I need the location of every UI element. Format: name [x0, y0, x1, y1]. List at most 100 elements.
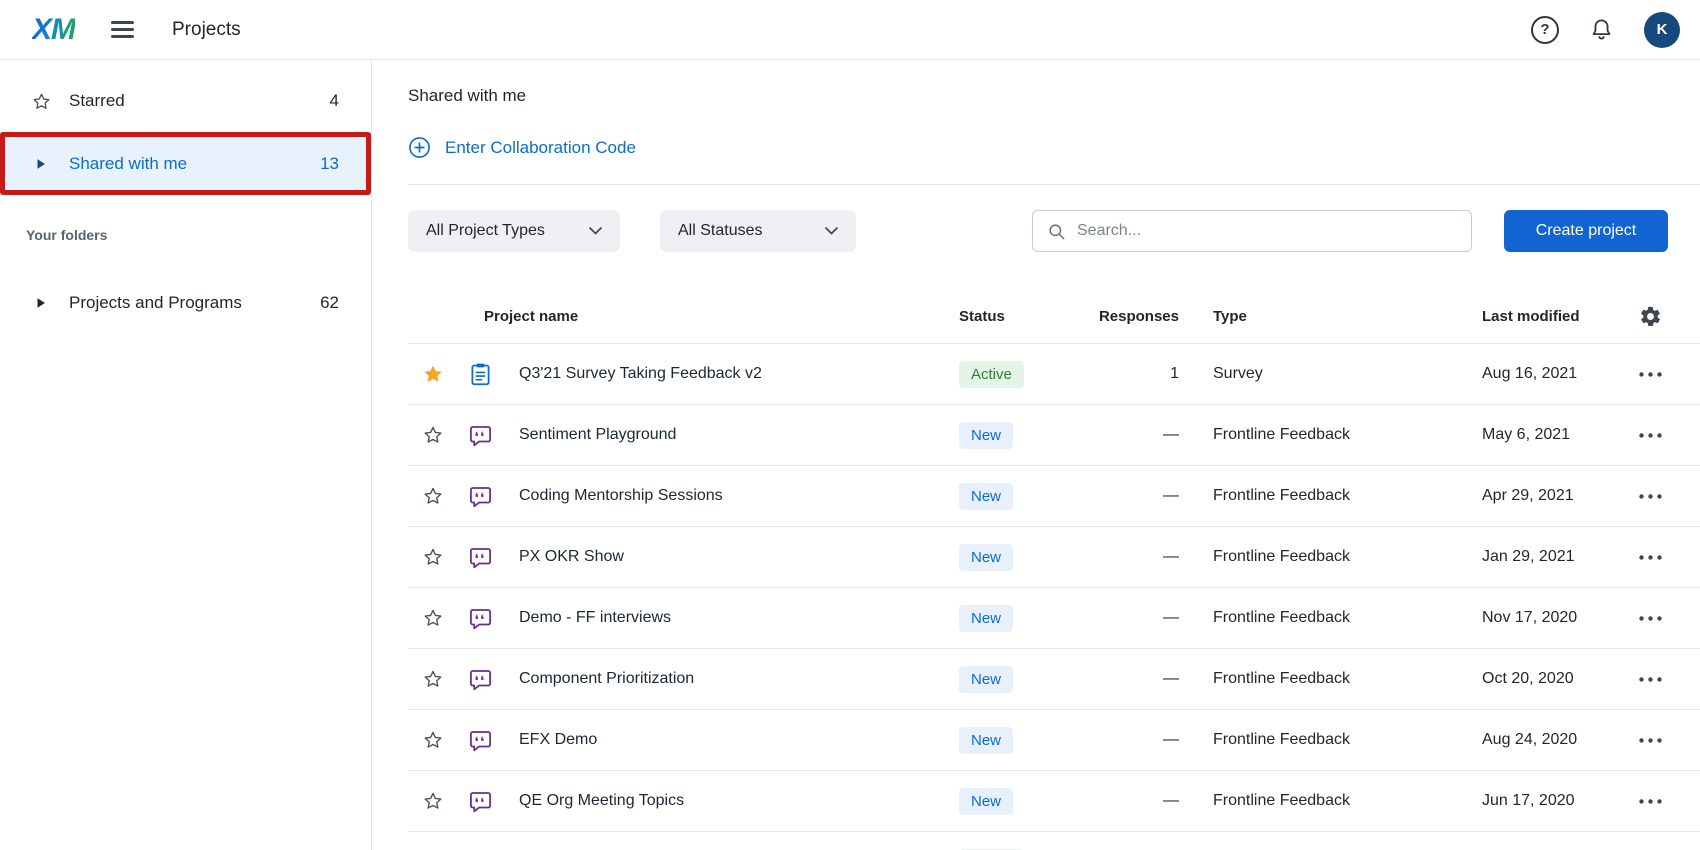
project-type-icon: [458, 606, 502, 631]
status-cell: Active: [959, 361, 1089, 388]
project-name-link[interactable]: Demo - FF interviews: [502, 609, 959, 627]
last-modified: Apr 29, 2021: [1482, 487, 1623, 505]
header-type: Type: [1179, 308, 1482, 325]
project-type: Frontline Feedback: [1179, 426, 1482, 444]
help-icon[interactable]: ?: [1531, 16, 1559, 44]
project-type-icon: [458, 545, 502, 570]
status-cell: New: [959, 422, 1089, 449]
xm-logo: XM: [32, 13, 75, 47]
project-type: Frontline Feedback: [1179, 487, 1482, 505]
row-menu-button[interactable]: [1623, 494, 1678, 499]
status-cell: New: [959, 666, 1089, 693]
sidebar-item-starred[interactable]: Starred 4: [0, 72, 371, 130]
project-type-icon: [458, 728, 502, 753]
status-badge: New: [959, 544, 1013, 571]
project-name-link[interactable]: EFX Demo: [502, 731, 959, 749]
page-title: Projects: [172, 19, 241, 41]
statuses-dropdown[interactable]: All Statuses: [660, 210, 856, 252]
caret-right-icon[interactable]: [30, 158, 52, 170]
table-row: Demo - FF interviews New — Frontline Fee…: [408, 588, 1700, 649]
sidebar-item-projects-and-programs[interactable]: Projects and Programs 62: [0, 274, 371, 332]
main-content: Shared with me Enter Collaboration Code …: [373, 60, 1700, 850]
create-project-button[interactable]: Create project: [1504, 210, 1668, 252]
status-badge: New: [959, 422, 1013, 449]
status-cell: New: [959, 788, 1089, 815]
filters-bar: All Project Types All Statuses Create pr…: [408, 210, 1668, 252]
project-type: Frontline Feedback: [1179, 792, 1482, 810]
project-type: Survey: [1179, 365, 1482, 383]
project-types-dropdown[interactable]: All Project Types: [408, 210, 620, 252]
sidebar-item-count: 13: [320, 154, 339, 174]
responses-count: —: [1089, 792, 1179, 810]
responses-count: —: [1089, 609, 1179, 627]
row-menu-button[interactable]: [1623, 433, 1678, 438]
star-toggle[interactable]: [408, 424, 458, 446]
project-name-link[interactable]: Sentiment Playground: [502, 426, 959, 444]
status-cell: New: [959, 544, 1089, 571]
header-last-modified: Last modified: [1482, 308, 1623, 325]
header-project-name: Project name: [458, 308, 959, 325]
dropdown-value: All Project Types: [426, 222, 545, 240]
table-row: Active: [408, 832, 1700, 850]
star-toggle[interactable]: [408, 607, 458, 629]
row-menu-button[interactable]: [1623, 677, 1678, 682]
star-toggle[interactable]: [408, 668, 458, 690]
last-modified: Aug 16, 2021: [1482, 365, 1623, 383]
star-toggle[interactable]: [408, 790, 458, 812]
star-toggle[interactable]: [408, 729, 458, 751]
star-toggle[interactable]: [408, 363, 458, 385]
status-badge: New: [959, 605, 1013, 632]
star-icon: [30, 91, 52, 112]
responses-count: —: [1089, 548, 1179, 566]
sidebar-item-count: 62: [320, 293, 339, 313]
sidebar-item-shared-with-me[interactable]: Shared with me 13: [0, 132, 371, 195]
header-responses: Responses: [1089, 308, 1179, 325]
sidebar-item-label: Starred: [69, 91, 125, 111]
project-name-link[interactable]: QE Org Meeting Topics: [502, 792, 959, 810]
status-badge: New: [959, 788, 1013, 815]
responses-count: —: [1089, 487, 1179, 505]
search-icon: [1047, 222, 1066, 241]
project-name-link[interactable]: PX OKR Show: [502, 548, 959, 566]
table-row: Sentiment Playground New — Frontline Fee…: [408, 405, 1700, 466]
project-type-icon: [458, 362, 502, 387]
responses-count: —: [1089, 426, 1179, 444]
enter-collaboration-code-link[interactable]: Enter Collaboration Code: [408, 136, 636, 159]
project-type: Frontline Feedback: [1179, 609, 1482, 627]
last-modified: Nov 17, 2020: [1482, 609, 1623, 627]
row-menu-button[interactable]: [1623, 372, 1678, 377]
row-menu-button[interactable]: [1623, 799, 1678, 804]
table-settings-gear-icon[interactable]: [1623, 305, 1678, 328]
caret-right-icon[interactable]: [30, 297, 52, 309]
project-name-link[interactable]: Coding Mentorship Sessions: [502, 487, 959, 505]
status-badge: New: [959, 727, 1013, 754]
project-type-icon: [458, 423, 502, 448]
row-menu-button[interactable]: [1623, 616, 1678, 621]
table-row: Component Prioritization New — Frontline…: [408, 649, 1700, 710]
chevron-down-icon: [825, 222, 838, 240]
star-toggle[interactable]: [408, 546, 458, 568]
row-menu-button[interactable]: [1623, 738, 1678, 743]
hamburger-menu-icon[interactable]: [111, 21, 134, 38]
sidebar-item-count: 4: [330, 91, 339, 111]
sidebar: Starred 4 Shared with me 13 Your folders…: [0, 60, 372, 850]
project-type-icon: [458, 789, 502, 814]
project-name-link[interactable]: Component Prioritization: [502, 670, 959, 688]
status-badge: Active: [959, 361, 1024, 388]
star-toggle[interactable]: [408, 485, 458, 507]
notifications-bell-icon[interactable]: [1589, 17, 1614, 42]
responses-count: —: [1089, 670, 1179, 688]
table-row: EFX Demo New — Frontline Feedback Aug 24…: [408, 710, 1700, 771]
project-type-icon: [458, 484, 502, 509]
plus-circle-icon: [408, 136, 431, 159]
project-type: Frontline Feedback: [1179, 548, 1482, 566]
status-badge: New: [959, 666, 1013, 693]
project-type: Frontline Feedback: [1179, 670, 1482, 688]
user-avatar[interactable]: K: [1644, 12, 1680, 48]
project-name-link[interactable]: Q3'21 Survey Taking Feedback v2: [502, 365, 959, 383]
row-menu-button[interactable]: [1623, 555, 1678, 560]
sidebar-item-label: Shared with me: [69, 154, 187, 174]
search-input[interactable]: [1077, 222, 1457, 240]
table-row: Q3'21 Survey Taking Feedback v2 Active 1…: [408, 344, 1700, 405]
responses-count: 1: [1089, 365, 1179, 383]
